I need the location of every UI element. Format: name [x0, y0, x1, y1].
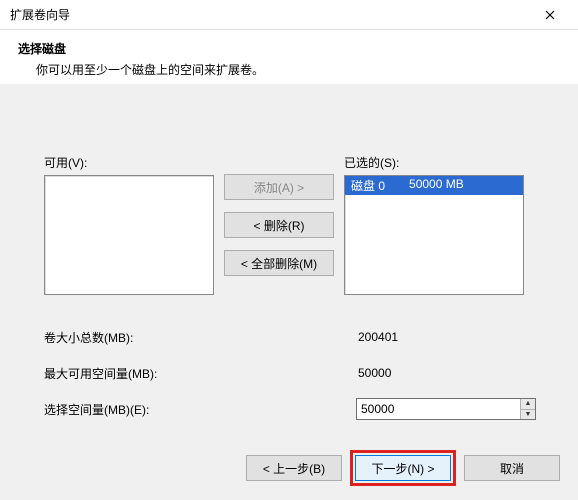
spinner-down[interactable]: ▼ — [521, 410, 535, 420]
content: 可用(V): 添加(A) > < 删除(R) < 全部删除(M) 已选的(S):… — [0, 84, 578, 421]
total-size-row: 卷大小总数(MB): 200401 — [44, 325, 548, 349]
header: 选择磁盘 你可以用至少一个磁盘上的空间来扩展卷。 — [0, 30, 578, 84]
header-title: 选择磁盘 — [18, 40, 560, 57]
wizard-window: 扩展卷向导 选择磁盘 你可以用至少一个磁盘上的空间来扩展卷。 可用(V): 添加… — [0, 0, 578, 500]
select-space-label: 选择空间量(MB)(E): — [44, 401, 356, 418]
spinner-up[interactable]: ▲ — [521, 399, 535, 410]
total-size-value: 200401 — [356, 330, 534, 344]
next-highlight: 下一步(N) > — [350, 450, 456, 486]
close-button[interactable] — [530, 1, 570, 29]
close-icon — [545, 10, 555, 20]
selected-label: 已选的(S): — [344, 154, 524, 171]
add-button[interactable]: 添加(A) > — [224, 174, 334, 200]
spinner-buttons: ▲ ▼ — [520, 399, 535, 419]
disk-selection-row: 可用(V): 添加(A) > < 删除(R) < 全部删除(M) 已选的(S):… — [44, 154, 548, 295]
max-space-row: 最大可用空间量(MB): 50000 — [44, 361, 548, 385]
window-title: 扩展卷向导 — [10, 6, 530, 23]
total-size-label: 卷大小总数(MB): — [44, 329, 356, 346]
selected-listbox[interactable]: 磁盘 0 50000 MB — [344, 175, 524, 295]
select-space-input[interactable] — [357, 399, 520, 419]
back-button[interactable]: < 上一步(B) — [246, 455, 342, 481]
select-space-spinner[interactable]: ▲ ▼ — [356, 398, 536, 420]
footer: < 上一步(B) 下一步(N) > 取消 — [246, 450, 560, 486]
remove-button[interactable]: < 删除(R) — [224, 212, 334, 238]
cancel-button[interactable]: 取消 — [464, 455, 560, 481]
fields: 卷大小总数(MB): 200401 最大可用空间量(MB): 50000 选择空… — [44, 325, 548, 421]
transfer-buttons: 添加(A) > < 删除(R) < 全部删除(M) — [214, 154, 344, 288]
available-listbox[interactable] — [44, 175, 214, 295]
disk-size: 50000 MB — [409, 177, 464, 194]
select-space-row: 选择空间量(MB)(E): ▲ ▼ — [44, 397, 548, 421]
titlebar: 扩展卷向导 — [0, 0, 578, 30]
max-space-value: 50000 — [356, 366, 534, 380]
list-item[interactable]: 磁盘 0 50000 MB — [345, 176, 523, 195]
max-space-label: 最大可用空间量(MB): — [44, 365, 356, 382]
available-column: 可用(V): — [44, 154, 214, 295]
disk-name: 磁盘 0 — [351, 177, 385, 194]
available-label: 可用(V): — [44, 154, 214, 171]
header-subtitle: 你可以用至少一个磁盘上的空间来扩展卷。 — [18, 61, 560, 78]
selected-column: 已选的(S): 磁盘 0 50000 MB — [344, 154, 524, 295]
next-button[interactable]: 下一步(N) > — [355, 455, 451, 481]
remove-all-button[interactable]: < 全部删除(M) — [224, 250, 334, 276]
